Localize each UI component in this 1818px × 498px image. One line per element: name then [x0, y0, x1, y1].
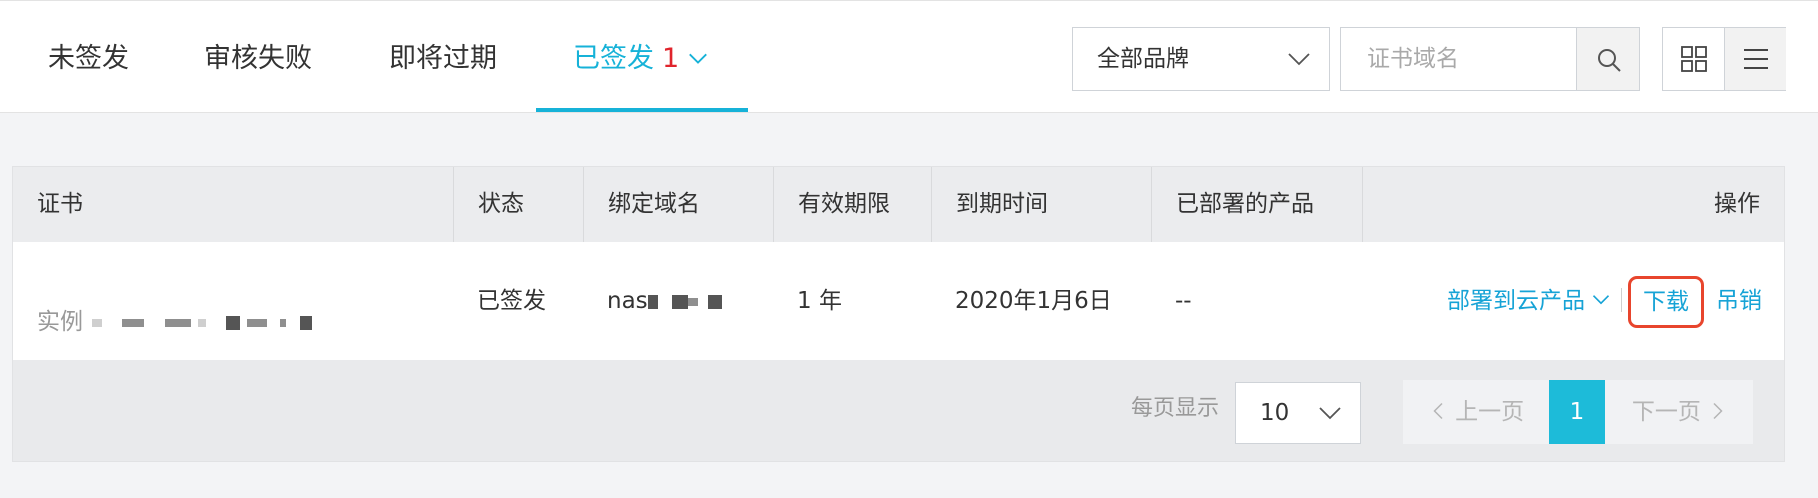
chevron-left-icon	[1433, 402, 1443, 420]
redacted-text	[647, 288, 722, 314]
column-header: 操作	[1362, 167, 1784, 242]
chevron-down-icon	[1288, 53, 1310, 66]
grid-view-button[interactable]	[1663, 28, 1725, 90]
tab-expiring-soon[interactable]: 即将过期	[389, 1, 497, 113]
table-header: 证书 状态 绑定域名 有效期限 到期时间 已部署的产品 操作	[13, 167, 1784, 242]
download-button[interactable]: 下载	[1628, 275, 1704, 328]
column-header: 已部署的产品	[1151, 167, 1362, 242]
cert-name-text: 实例	[37, 309, 83, 335]
tab-unissued[interactable]: 未签发	[48, 1, 129, 113]
next-page-label: 下一页	[1631, 399, 1701, 425]
prev-page-button[interactable]: 上一页	[1403, 380, 1551, 444]
column-header: 到期时间	[931, 167, 1151, 242]
per-page-select[interactable]: 10	[1235, 382, 1361, 444]
next-page-button[interactable]: 下一页	[1605, 380, 1753, 444]
search-icon	[1598, 49, 1621, 72]
deployed-products: --	[1175, 288, 1192, 314]
certificate-table: 证书 状态 绑定域名 有效期限 到期时间 已部署的产品 操作 实例 已签发 na…	[12, 166, 1785, 462]
tab-review-failed[interactable]: 审核失败	[204, 1, 312, 113]
search-input[interactable]	[1341, 28, 1577, 90]
per-page-value: 10	[1260, 400, 1290, 426]
top-bar: 未签发 审核失败 即将过期 已签发 1 全部品牌	[0, 0, 1818, 113]
grid-icon	[1681, 46, 1707, 72]
brand-select-value: 全部品牌	[1097, 46, 1189, 72]
list-view-button[interactable]	[1725, 28, 1786, 90]
list-icon	[1744, 49, 1768, 69]
chevron-down-icon	[689, 53, 708, 64]
cert-name: 实例	[37, 302, 312, 336]
divider	[1621, 288, 1622, 312]
tab-label: 审核失败	[204, 43, 312, 74]
search-box	[1340, 27, 1640, 91]
table-row: 实例 已签发 nas 1 年 2020年1月6日 -- 部署到云产品 下载 吊销	[13, 242, 1784, 360]
validity-period: 1 年	[797, 288, 842, 314]
deploy-to-cloud-button[interactable]: 部署到云产品	[1447, 288, 1611, 314]
brand-select[interactable]: 全部品牌	[1072, 27, 1330, 91]
deploy-label: 部署到云产品	[1447, 288, 1585, 314]
tab-count-badge: 1	[662, 43, 680, 74]
active-tab-indicator	[536, 108, 748, 112]
column-header: 绑定域名	[583, 167, 773, 242]
column-header: 状态	[453, 167, 583, 242]
expiry-date: 2020年1月6日	[955, 288, 1112, 314]
per-page-label: 每页显示	[1131, 396, 1220, 421]
page-number-current[interactable]: 1	[1549, 380, 1605, 444]
chevron-down-icon	[1319, 407, 1341, 420]
tab-label: 已签发	[573, 43, 654, 74]
tab-label: 即将过期	[389, 43, 497, 74]
revoke-button[interactable]: 吊销	[1716, 288, 1762, 314]
pagination: 每页显示 10 上一页 1 下一页	[13, 360, 1784, 463]
tab-issued[interactable]: 已签发 1	[573, 1, 709, 113]
chevron-right-icon	[1713, 402, 1723, 420]
view-toggle	[1662, 27, 1786, 91]
bound-domain: nas	[583, 242, 722, 360]
column-header: 证书	[37, 191, 83, 217]
row-actions: 部署到云产品 下载 吊销	[1447, 242, 1762, 360]
column-header: 有效期限	[773, 167, 931, 242]
tab-label: 未签发	[48, 43, 129, 74]
chevron-down-icon	[1592, 295, 1610, 305]
redacted-text	[92, 309, 312, 335]
bound-domain-text: nas	[607, 288, 648, 314]
prev-page-label: 上一页	[1455, 399, 1525, 425]
cert-status: 已签发	[477, 288, 546, 314]
search-button[interactable]	[1576, 28, 1639, 90]
